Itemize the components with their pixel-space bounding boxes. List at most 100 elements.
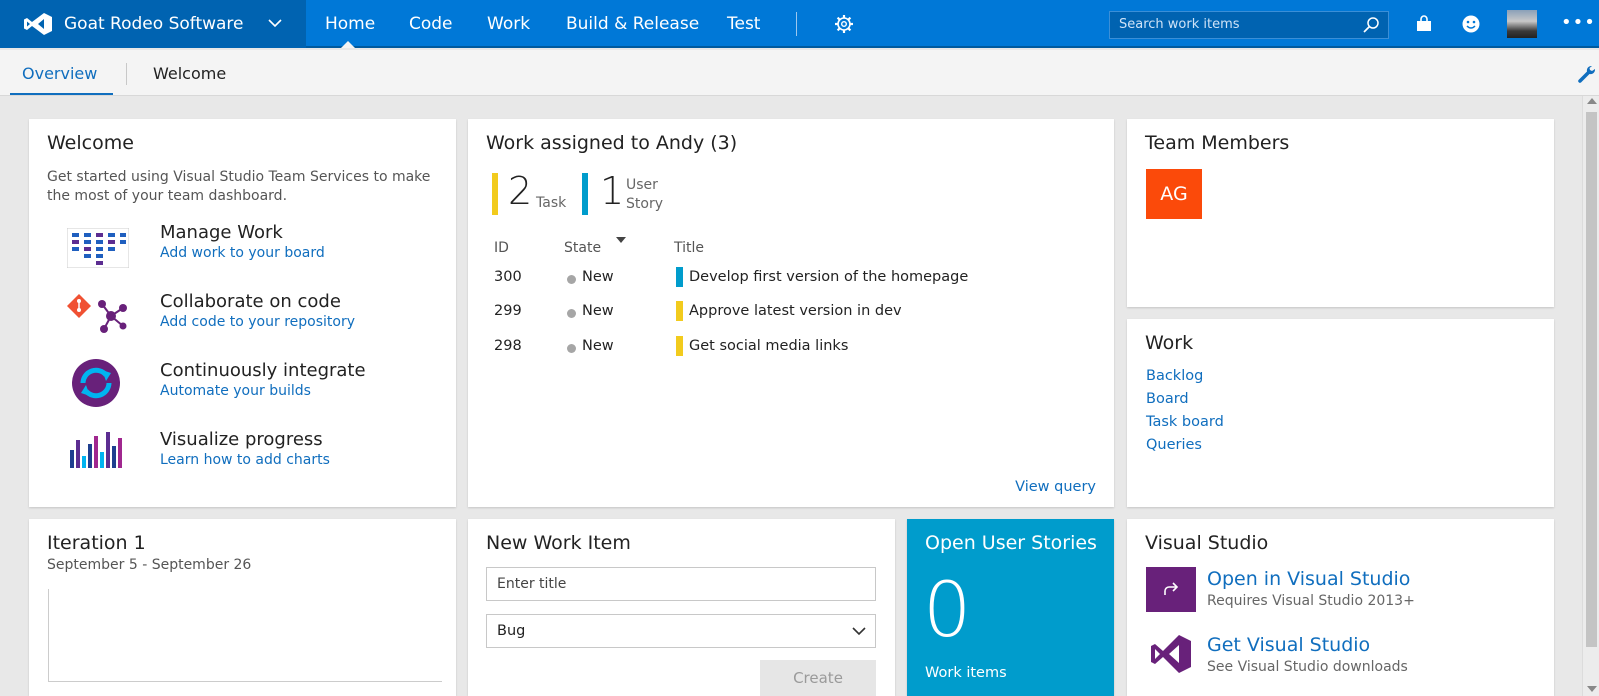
state-dot-icon (567, 275, 576, 284)
work-item-type-select[interactable]: Bug (486, 614, 876, 648)
welcome-intro: Get started using Visual Studio Team Ser… (47, 169, 431, 204)
active-tab-underline (10, 93, 113, 95)
work-item-type-bar (676, 267, 683, 287)
scroll-down-arrow-icon[interactable] (1587, 686, 1597, 692)
task-label: Task (536, 195, 567, 211)
add-charts-link[interactable]: Learn how to add charts (160, 452, 330, 468)
team-member-avatar[interactable]: AG (1146, 169, 1202, 219)
iteration-widget: Iteration 1 September 5 - September 26 (29, 519, 456, 696)
visual-studio-logo-icon (24, 13, 52, 35)
open-user-stories-count: 0 (923, 565, 972, 654)
top-navigation-bar: Goat Rodeo Software Home Code Work Build… (0, 0, 1599, 48)
column-header-state[interactable]: State (564, 240, 601, 256)
tab-overview[interactable]: Overview (22, 64, 97, 83)
git-icon (67, 294, 127, 333)
search-placeholder: Search work items (1119, 17, 1240, 32)
team-members-widget: Team Members AG (1127, 119, 1554, 307)
row-state: New (582, 269, 614, 285)
user-avatar[interactable] (1507, 10, 1537, 38)
welcome-widget: Welcome Get started using Visual Studio … (29, 119, 456, 507)
queries-link[interactable]: Queries (1146, 437, 1202, 453)
task-board-link[interactable]: Task board (1146, 414, 1224, 430)
search-icon[interactable] (1362, 16, 1380, 34)
collaborate-heading: Collaborate on code (160, 291, 341, 312)
board-link[interactable]: Board (1146, 391, 1189, 407)
chart-icon (70, 432, 122, 468)
nav-divider (796, 12, 797, 36)
user-story-label-line2: Story (626, 196, 663, 212)
burndown-x-axis (48, 681, 442, 682)
work-item-type-bar (676, 336, 683, 356)
state-dot-icon (567, 309, 576, 318)
nav-test[interactable]: Test (727, 0, 760, 48)
nav-code[interactable]: Code (409, 0, 453, 48)
view-query-link[interactable]: View query (1015, 479, 1096, 495)
user-story-color-bar (582, 173, 588, 215)
backlog-link[interactable]: Backlog (1146, 368, 1203, 384)
new-work-item-title: New Work Item (486, 532, 631, 554)
work-links-widget: Work Backlog Board Task board Queries (1127, 319, 1554, 507)
row-id[interactable]: 298 (494, 338, 522, 354)
open-user-stories-widget[interactable]: Open User Stories 0 Work items (907, 519, 1114, 696)
open-in-vs-icon[interactable] (1146, 567, 1196, 612)
search-work-items-input[interactable]: Search work items (1109, 11, 1389, 39)
work-title: Work (1145, 332, 1194, 354)
org-name: Goat Rodeo Software (64, 14, 244, 34)
chevron-down-icon[interactable] (266, 14, 284, 32)
row-id[interactable]: 299 (494, 303, 522, 319)
build-cycle-icon (72, 359, 120, 407)
wrench-icon[interactable] (1576, 64, 1596, 84)
welcome-title: Welcome (47, 132, 134, 154)
active-nav-caret (341, 41, 355, 48)
work-assigned-title: Work assigned to Andy (3) (486, 132, 738, 154)
open-user-stories-caption: Work items (925, 665, 1007, 681)
create-button[interactable]: Create (760, 660, 876, 696)
add-code-link[interactable]: Add code to your repository (160, 314, 355, 330)
user-story-label-line1: User (626, 177, 658, 193)
row-title[interactable]: Approve latest version in dev (689, 303, 902, 319)
task-color-bar (492, 173, 498, 215)
nav-build-release[interactable]: Build & Release (566, 0, 699, 48)
more-actions-icon[interactable]: ••• (1561, 12, 1596, 33)
scrollbar-thumb[interactable] (1586, 112, 1597, 647)
visual-studio-logo-icon[interactable] (1151, 635, 1191, 673)
ci-heading: Continuously integrate (160, 360, 366, 381)
task-count: 2 (508, 169, 533, 213)
row-state: New (582, 338, 614, 354)
burndown-y-axis (48, 589, 49, 681)
open-arrow-icon (1164, 582, 1179, 595)
add-work-link[interactable]: Add work to your board (160, 245, 325, 261)
vs-downloads-text: See Visual Studio downloads (1207, 659, 1408, 675)
get-visual-studio-link[interactable]: Get Visual Studio (1207, 634, 1370, 656)
row-title[interactable]: Develop first version of the homepage (689, 269, 968, 285)
open-in-vs-requirement: Requires Visual Studio 2013+ (1207, 593, 1415, 609)
selected-type: Bug (497, 623, 526, 639)
row-id[interactable]: 300 (494, 269, 522, 285)
open-in-visual-studio-link[interactable]: Open in Visual Studio (1207, 568, 1410, 590)
gear-icon[interactable] (834, 14, 854, 34)
org-switcher[interactable]: Goat Rodeo Software (0, 0, 306, 48)
iteration-title: Iteration 1 (47, 532, 146, 554)
work-item-type-bar (676, 301, 683, 321)
sort-down-icon[interactable] (616, 237, 626, 243)
visualize-heading: Visualize progress (160, 429, 323, 450)
iteration-dates: September 5 - September 26 (47, 557, 252, 573)
column-header-title[interactable]: Title (674, 240, 704, 256)
row-state: New (582, 303, 614, 319)
feedback-smiley-icon[interactable] (1461, 14, 1481, 34)
new-work-item-widget: New Work Item Enter title Bug Create (468, 519, 895, 696)
user-story-count: 1 (600, 169, 625, 213)
tab-welcome[interactable]: Welcome (153, 64, 226, 83)
column-header-id[interactable]: ID (494, 240, 509, 256)
visual-studio-title: Visual Studio (1145, 532, 1269, 554)
scroll-up-arrow-icon[interactable] (1587, 98, 1597, 104)
automate-builds-link[interactable]: Automate your builds (160, 383, 311, 399)
nav-work[interactable]: Work (487, 0, 530, 48)
tab-divider (126, 63, 127, 85)
team-members-title: Team Members (1145, 132, 1290, 154)
work-assigned-widget: Work assigned to Andy (3) 2 Task 1 User … (468, 119, 1114, 507)
marketplace-bag-icon[interactable] (1414, 14, 1434, 34)
row-title[interactable]: Get social media links (689, 338, 848, 354)
work-item-title-input[interactable]: Enter title (486, 567, 876, 601)
page-scrollbar[interactable] (1582, 96, 1599, 696)
